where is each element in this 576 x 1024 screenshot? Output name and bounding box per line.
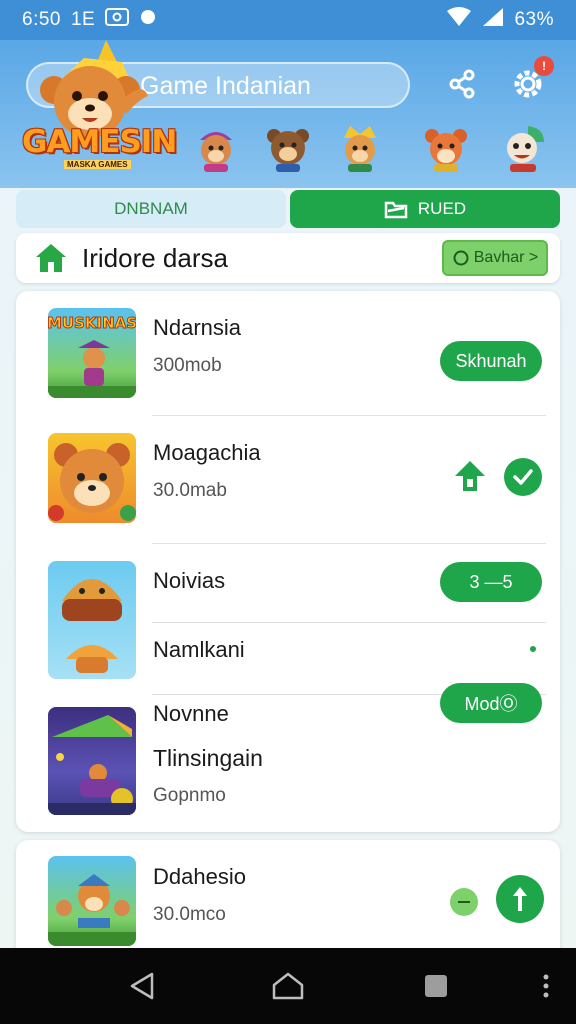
game-action-button[interactable]: Skhunah [440,341,542,381]
settings-icon[interactable]: ! [508,56,554,104]
game-name: Namlkani [153,637,245,662]
list-item[interactable]: Novnne Tlinsingain Gopnmo ModⓄ [16,683,560,832]
notification-badge: ! [534,56,554,76]
upload-icon[interactable] [452,458,488,494]
arrow-up-icon [513,887,527,911]
recents-icon[interactable] [420,970,452,1002]
status-time: 6:50 [22,9,61,30]
game-thumbnail [48,856,136,946]
game-name: Ddahesio [153,864,246,889]
more-vert-icon[interactable] [536,970,556,1002]
list-item[interactable]: MUSKINAS Ndarnsia 300mob Skhunah [16,291,560,415]
system-nav-bar [0,948,576,1024]
section-header: Iridore darsa Bavhar > [16,233,560,283]
game-thumbnail [48,561,136,679]
signal-icon [482,7,504,33]
battery-percent: 63% [514,9,554,30]
game-thumbnail: MUSKINAS [48,308,136,398]
wifi-icon [446,7,472,33]
svg-text:MUSKINAS: MUSKINAS [48,314,136,332]
game-name: Noivias [153,568,226,593]
game-action-button[interactable]: ModⓄ [440,683,542,723]
bear-mascot-icon[interactable] [262,122,314,174]
game-action-label: ModⓄ [464,694,518,714]
cast-icon [105,8,130,32]
download-button[interactable] [496,875,544,923]
game-name: Novnne [153,701,229,726]
home-icon [36,244,66,272]
fox-mascot-icon[interactable] [420,122,472,174]
refresh-icon [453,250,469,266]
game-name: Ndarnsia [153,315,242,340]
game-action-label: 3 —5 [469,571,513,592]
badge-icon [450,888,478,916]
divider [152,622,546,623]
game-size: 30.0mab [153,480,227,501]
folder-icon [384,201,408,219]
game-size: Gopnmo [153,785,226,806]
section-title: Iridore darsa [82,243,228,273]
browse-button[interactable]: Bavhar > [442,240,548,276]
game-name: Moagachia [153,440,261,465]
featured-game-card[interactable]: Ddahesio 30.0mco [16,840,560,958]
tab-first[interactable]: DNBNAM [16,190,286,228]
back-icon[interactable] [126,970,158,1002]
game-size: 300mob [153,355,222,376]
game-size: 30.0mco [153,904,226,925]
browse-label: Bavhar > [473,249,539,266]
game-subtitle: Tlinsingain [153,745,263,771]
games-list-card: MUSKINAS Ndarnsia 300mob Skhunah Moagach… [16,291,560,832]
share-icon[interactable] [442,64,482,104]
logo-text: GAMESIN [22,124,177,160]
list-item[interactable]: Noivias 3 —5 Namlkani [16,544,560,684]
app-logo: GAMESIN MASKA GAMES [14,40,177,180]
mascot-icon[interactable] [190,122,242,174]
tab-second-label: RUED [417,199,467,218]
game-action-button[interactable]: 3 —5 [440,562,542,602]
status-dot-icon [530,646,536,652]
installed-check-icon[interactable] [504,458,542,496]
tab-bar: DNBNAM RUED [16,190,560,228]
game-thumbnail [48,707,136,815]
game-action-label: Skhunah [455,350,527,371]
list-item[interactable]: Moagachia 30.0mab [16,416,560,543]
tab-second[interactable]: RUED [290,190,560,228]
dot-icon [139,8,157,32]
skull-mascot-icon[interactable] [498,122,550,174]
tab-first-label: DNBNAM [114,199,188,218]
crown-mascot-icon[interactable] [334,122,386,174]
app-header: Game Indanian ! GAMESIN MASKA GAMES [0,40,576,188]
game-thumbnail [48,433,136,523]
status-bar: 6:50 1E 63% [0,0,576,40]
logo-subtitle: MASKA GAMES [64,160,131,169]
status-carrier: 1E [70,9,96,30]
home-nav-icon[interactable] [270,970,306,1002]
